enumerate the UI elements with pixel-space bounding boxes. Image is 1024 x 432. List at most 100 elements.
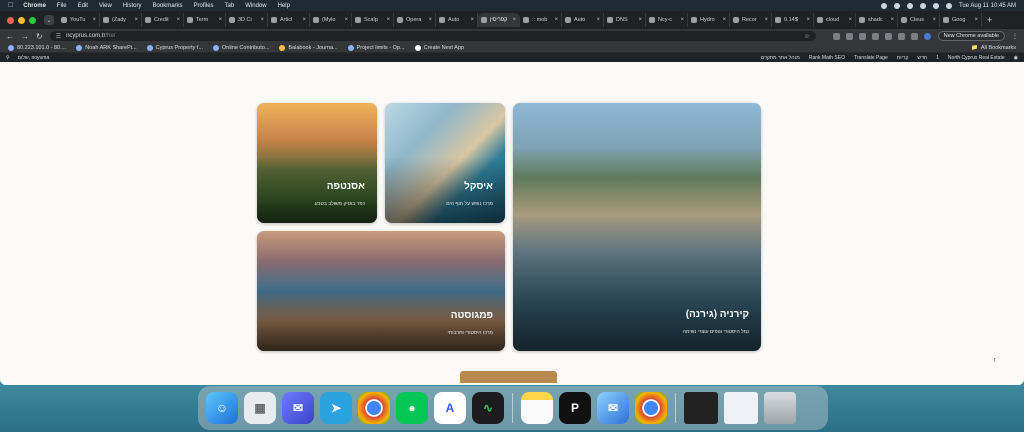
all-bookmarks[interactable]: 📁 All Bookmarks xyxy=(971,45,1016,51)
bookmark-item[interactable]: Project limits - Op... xyxy=(347,44,405,51)
control-center-icon[interactable] xyxy=(945,2,952,9)
finder-icon[interactable]: ☺ xyxy=(206,392,238,424)
status-icon[interactable] xyxy=(906,2,913,9)
menu-profiles[interactable]: Profiles xyxy=(194,3,214,9)
menu-file[interactable]: File xyxy=(57,3,67,9)
wp-admin-item[interactable]: קריות xyxy=(897,55,909,61)
parallels-icon[interactable]: P xyxy=(559,392,591,424)
browser-tab[interactable]: Articl × xyxy=(268,13,310,27)
browser-tab[interactable]: Credit × xyxy=(142,13,184,27)
activity-monitor-icon[interactable]: ∿ xyxy=(472,392,504,424)
browser-tab[interactable]: YouTu × xyxy=(58,13,100,27)
tab-close-icon[interactable]: × xyxy=(470,17,474,23)
browser-tab[interactable]: cloud × xyxy=(814,13,856,27)
new-tab-icon[interactable]: + xyxy=(987,15,992,25)
browser-tab[interactable]: Cleus × xyxy=(898,13,940,27)
bookmark-item[interactable]: Create Next App xyxy=(414,44,464,51)
arc-icon[interactable]: A xyxy=(434,392,466,424)
menu-window[interactable]: Window xyxy=(245,3,266,9)
bookmark-item[interactable]: Balabook - Journa... xyxy=(279,44,338,51)
tab-close-icon[interactable]: × xyxy=(722,17,726,23)
minimize-window-icon[interactable] xyxy=(18,16,25,24)
extension-icon[interactable] xyxy=(884,32,892,40)
tab-close-icon[interactable]: × xyxy=(764,17,768,23)
telegram-icon[interactable]: ➤ xyxy=(320,392,352,424)
bookmark-item[interactable]: Noah ARK SharePi... xyxy=(76,44,137,51)
tab-close-icon[interactable]: × xyxy=(890,17,894,23)
tab-close-icon[interactable]: × xyxy=(344,17,348,23)
extension-icon[interactable] xyxy=(845,32,853,40)
chat-icon[interactable]: ✉ xyxy=(282,392,314,424)
tab-close-icon[interactable]: × xyxy=(848,17,852,23)
wp-admin-item[interactable]: 1 xyxy=(936,55,939,61)
tab-close-icon[interactable]: × xyxy=(806,17,810,23)
address-bar[interactable]: ☰ ncyprus.com.tr /he/ ☆ xyxy=(49,31,816,41)
wp-admin-item[interactable]: מנהל אתר מתקדם xyxy=(761,55,800,61)
site-info-icon[interactable]: ☰ xyxy=(56,33,61,40)
destination-card-esentepe[interactable]: אסנטפה כפר בוטיק משולב בטבע xyxy=(257,103,377,223)
maximize-window-icon[interactable] xyxy=(29,16,36,24)
menu-app-name[interactable]: Chrome xyxy=(23,3,46,9)
extension-icon[interactable] xyxy=(871,32,879,40)
tab-close-icon[interactable]: × xyxy=(512,17,516,23)
browser-tab[interactable]: (Zady × xyxy=(100,13,142,27)
browser-tab[interactable]: Auto × xyxy=(562,13,604,27)
menubar-clock[interactable]: Tue Aug 11 10:45 AM xyxy=(959,3,1016,9)
search-icon[interactable] xyxy=(932,2,939,9)
menu-edit[interactable]: Edit xyxy=(78,3,88,9)
menu-history[interactable]: History xyxy=(123,3,142,9)
browser-tab[interactable]: Goog × xyxy=(940,13,982,27)
sidebar-icon[interactable] xyxy=(910,32,918,40)
wp-admin-item[interactable]: Translate Page xyxy=(854,55,888,61)
update-chrome-button[interactable]: New Chrome available xyxy=(937,31,1005,41)
scroll-to-top-icon[interactable]: ↑ xyxy=(993,357,997,364)
browser-tab[interactable]: (Mylo × xyxy=(310,13,352,27)
destination-card-kyrenia[interactable]: קירניה (גירנה) נמל היסטורי ונופים עוצרי … xyxy=(513,103,761,351)
browser-tab[interactable]: shadc × xyxy=(856,13,898,27)
wp-greeting[interactable]: שלום, noyuma xyxy=(18,55,50,61)
menu-help[interactable]: Help xyxy=(278,3,290,9)
forward-icon[interactable]: → xyxy=(21,32,29,41)
browser-tab[interactable]: Recor × xyxy=(730,13,772,27)
tab-close-icon[interactable]: × xyxy=(302,17,306,23)
tab-close-icon[interactable]: × xyxy=(554,17,558,23)
bookmark-item[interactable]: 80.223.101.0 - 80.... xyxy=(8,44,66,51)
notes-icon[interactable] xyxy=(521,392,553,424)
close-window-icon[interactable] xyxy=(7,16,14,24)
bookmark-star-icon[interactable]: ☆ xyxy=(804,33,809,40)
tab-close-icon[interactable]: × xyxy=(386,17,390,23)
browser-tab[interactable]: DNS × xyxy=(604,13,646,27)
wifi-icon[interactable] xyxy=(919,2,926,9)
browser-tab[interactable]: Opera × xyxy=(394,13,436,27)
chrome-icon[interactable] xyxy=(358,392,390,424)
profile-avatar[interactable] xyxy=(923,32,931,40)
wp-admin-item[interactable]: Rank Math SEO xyxy=(809,55,845,61)
browser-tab[interactable]: 0.14$ × xyxy=(772,13,814,27)
line-icon[interactable]: ● xyxy=(396,392,428,424)
mail-icon[interactable]: ✉ xyxy=(597,392,629,424)
menu-view[interactable]: View xyxy=(99,3,112,9)
browser-tab[interactable]: Term × xyxy=(184,13,226,27)
tab-close-icon[interactable]: × xyxy=(428,17,432,23)
trash-icon[interactable] xyxy=(764,392,796,424)
tab-close-icon[interactable]: × xyxy=(974,17,978,23)
apple-icon[interactable]:  xyxy=(8,2,13,9)
window-thumb-icon[interactable] xyxy=(684,392,718,424)
destination-card-famagusta[interactable]: פמגוסטה מרכז היסטורי ותרבותי xyxy=(257,231,505,351)
wordpress-logo-icon[interactable]: ◉ xyxy=(1014,55,1018,61)
tab-close-icon[interactable]: × xyxy=(680,17,684,23)
tab-close-icon[interactable]: × xyxy=(176,17,180,23)
extensions-puzzle-icon[interactable] xyxy=(897,32,905,40)
tab-close-icon[interactable]: × xyxy=(218,17,222,23)
destination-card-iskele[interactable]: איסקל מרכז נופש על חוף הים xyxy=(385,103,505,223)
browser-tab[interactable]: Auto × xyxy=(436,13,478,27)
chrome-alt-icon[interactable] xyxy=(635,392,667,424)
wp-admin-item[interactable]: חדש xyxy=(917,55,927,61)
bookmark-item[interactable]: Cyprus Property f... xyxy=(146,44,203,51)
tab-close-icon[interactable]: × xyxy=(596,17,600,23)
wp-site-name[interactable]: North Cyprus Real Estate xyxy=(948,55,1005,61)
browser-tab[interactable]: Hydro × xyxy=(688,13,730,27)
status-icon[interactable] xyxy=(880,2,887,9)
cta-button[interactable] xyxy=(460,371,557,383)
bookmark-item[interactable]: Online Contributo... xyxy=(213,44,269,51)
